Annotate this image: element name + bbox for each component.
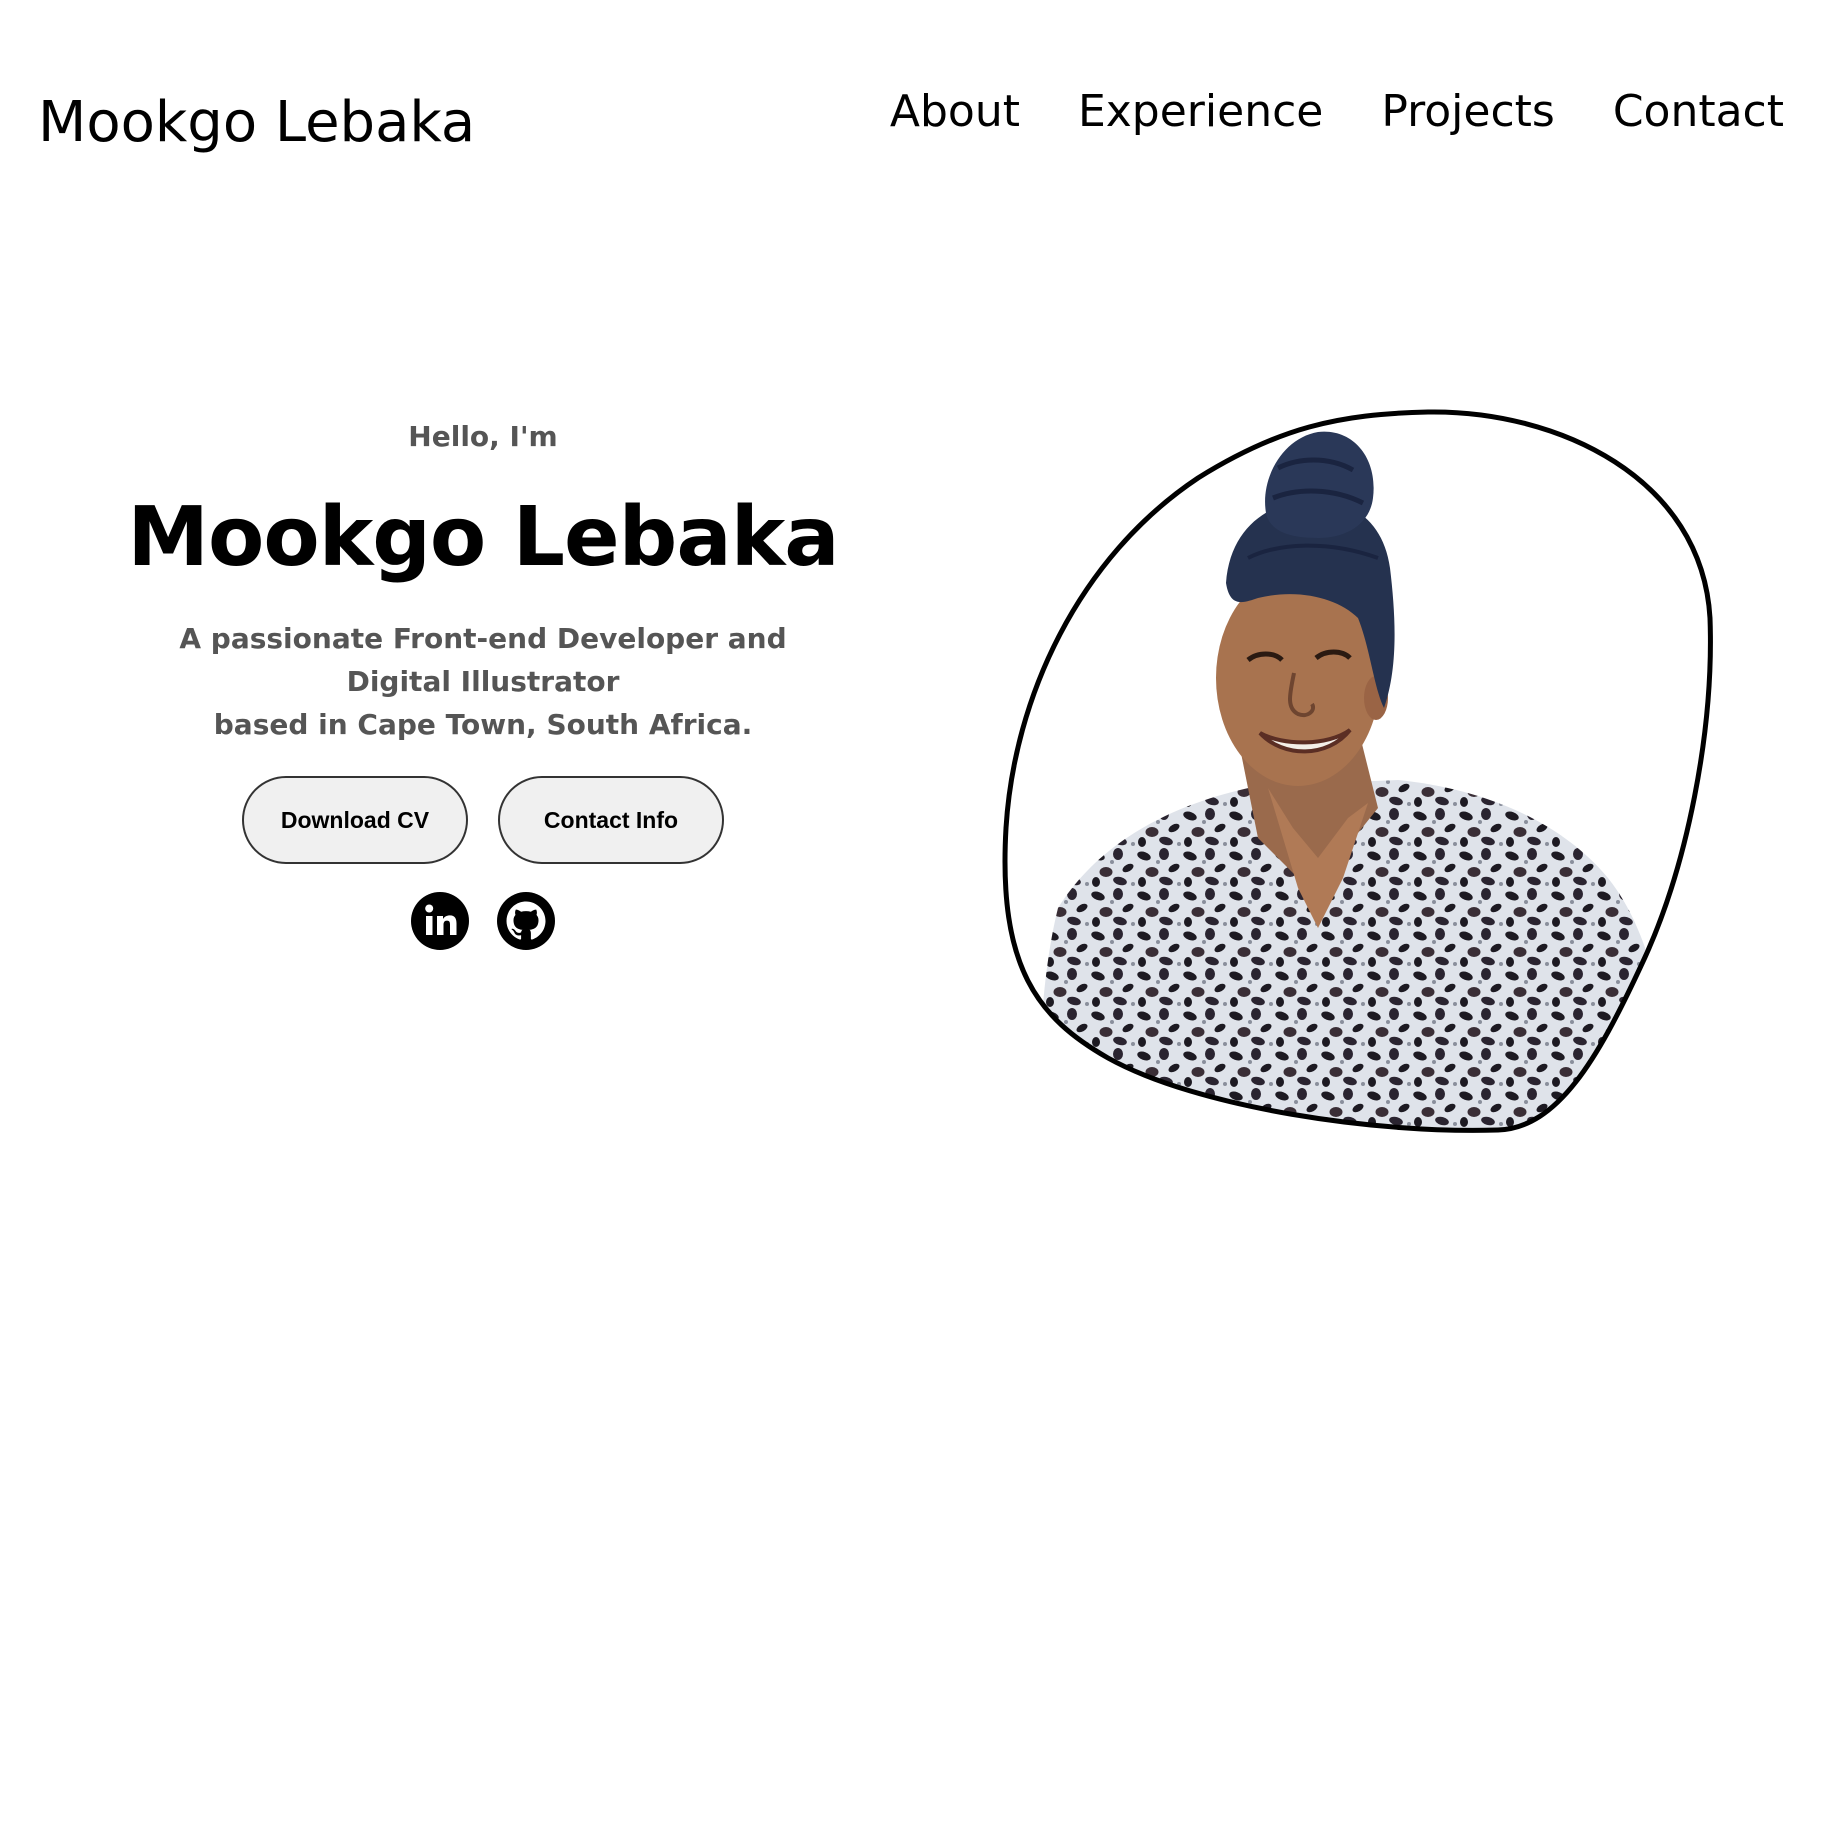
hero-section: Hello, I'm Mookgo Lebaka A passionate Fr… xyxy=(100,415,866,950)
hero-tagline-line2: based in Cape Town, South Africa. xyxy=(213,708,753,741)
hero-name: Mookgo Lebaka xyxy=(127,490,839,585)
nav-link-contact[interactable]: Contact xyxy=(1613,82,1784,142)
hero-tagline-line1: A passionate Front-end Developer and Dig… xyxy=(179,622,787,698)
page: Mookgo Lebaka About Experience Projects … xyxy=(0,0,1836,1829)
hero-buttons: Download CV Contact Info xyxy=(100,776,866,864)
linkedin-icon[interactable] xyxy=(411,892,469,950)
nav-link-about[interactable]: About xyxy=(890,82,1020,142)
site-logo[interactable]: Mookgo Lebaka xyxy=(38,88,475,158)
hero-greeting: Hello, I'm xyxy=(408,420,558,453)
social-links xyxy=(100,892,866,950)
contact-info-button[interactable]: Contact Info xyxy=(498,776,724,864)
main-nav: About Experience Projects Contact xyxy=(890,82,1784,142)
nav-link-projects[interactable]: Projects xyxy=(1381,82,1554,142)
nav-link-experience[interactable]: Experience xyxy=(1078,82,1323,142)
hero-tagline: A passionate Front-end Developer and Dig… xyxy=(133,617,833,746)
github-icon[interactable] xyxy=(497,892,555,950)
profile-photo xyxy=(998,408,1718,1138)
download-cv-button[interactable]: Download CV xyxy=(242,776,468,864)
